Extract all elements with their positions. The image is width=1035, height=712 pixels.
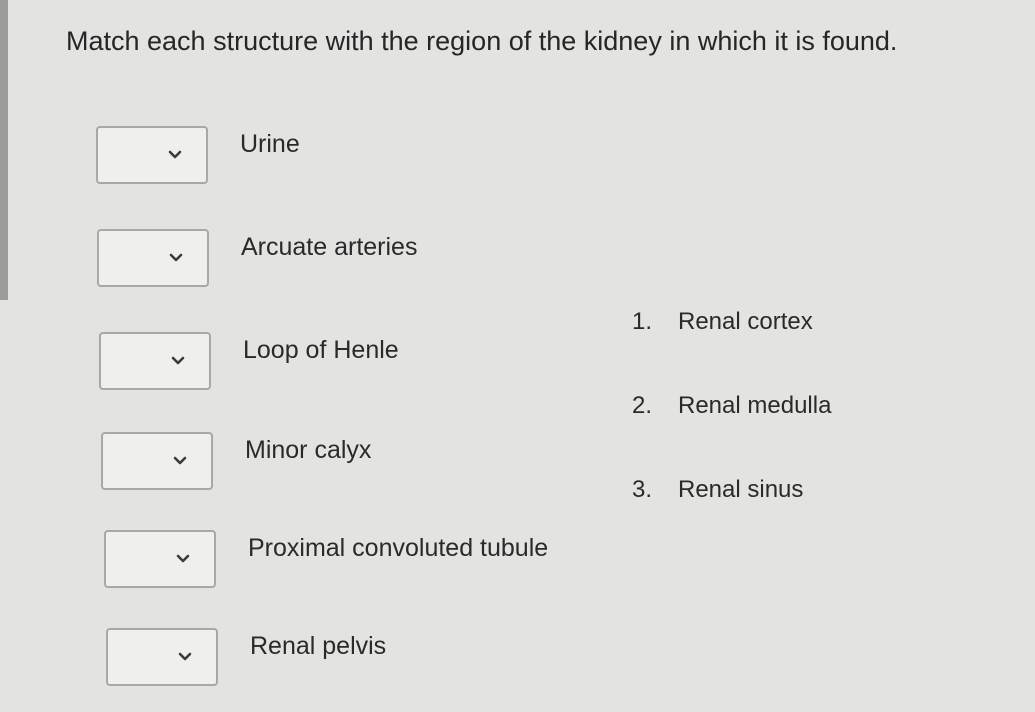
chevron-down-icon (176, 554, 190, 563)
chevron-down-icon (169, 253, 183, 262)
region-option-renal-medulla: 2. Renal medulla (632, 392, 831, 420)
chevron-down-icon (168, 150, 182, 159)
structure-select-proximal-convoluted-tubule[interactable] (104, 530, 216, 588)
structure-select-urine[interactable] (96, 126, 208, 184)
region-label: Renal sinus (678, 476, 804, 503)
chevron-down-icon (173, 456, 187, 465)
region-option-renal-cortex: 1. Renal cortex (632, 308, 813, 336)
structure-label: Renal pelvis (250, 632, 387, 660)
chevron-down-icon (178, 652, 192, 661)
structure-select-minor-calyx[interactable] (101, 432, 213, 490)
region-option-renal-sinus: 3. Renal sinus (632, 476, 803, 504)
structure-select-renal-pelvis[interactable] (106, 628, 218, 686)
structure-label: Urine (240, 130, 300, 158)
region-number: 2. (632, 392, 653, 419)
page-edge-bar (0, 0, 8, 300)
question-prompt: Match each structure with the region of … (66, 26, 898, 56)
structure-label: Proximal convoluted tubule (248, 534, 549, 562)
structure-select-loop-of-henle[interactable] (99, 332, 211, 390)
structure-label: Minor calyx (245, 436, 372, 464)
chevron-down-icon (171, 356, 185, 365)
region-label: Renal cortex (678, 308, 813, 335)
structure-select-arcuate-arteries[interactable] (97, 229, 209, 287)
structure-label: Loop of Henle (243, 336, 399, 364)
region-label: Renal medulla (678, 392, 832, 419)
structure-label: Arcuate arteries (241, 233, 418, 261)
region-number: 1. (632, 308, 653, 335)
region-number: 3. (632, 476, 653, 503)
